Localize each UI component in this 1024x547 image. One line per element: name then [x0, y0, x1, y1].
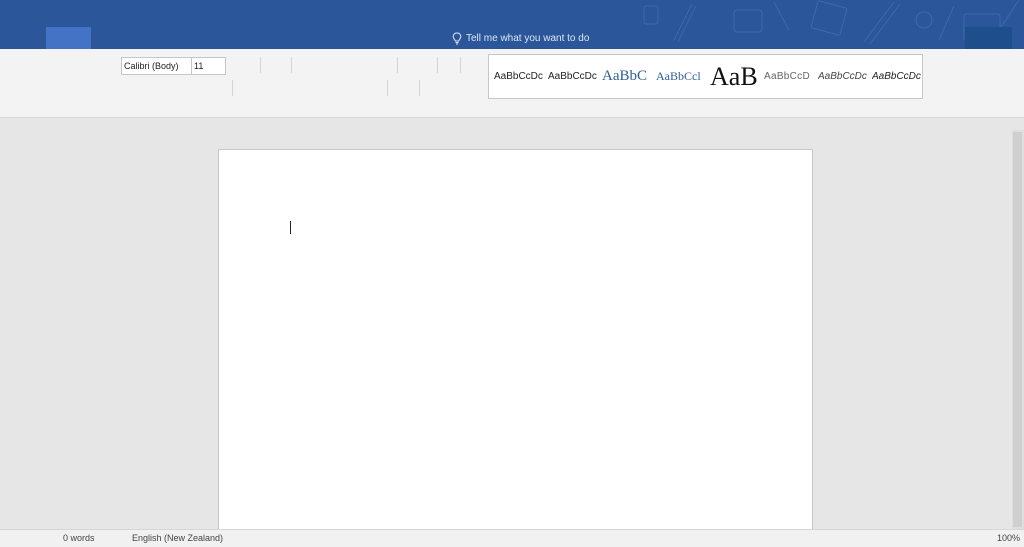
ribbon-separator	[397, 57, 398, 73]
word-count[interactable]: 0 words	[63, 533, 95, 543]
style-preview: AaBbC	[602, 68, 647, 84]
style-normal[interactable]: AaBbCcDc	[494, 55, 544, 98]
language-indicator[interactable]: English (New Zealand)	[132, 533, 223, 543]
style-heading-1[interactable]: AaBbC	[602, 55, 652, 98]
ribbon-separator	[460, 57, 461, 73]
font-size-box[interactable]: 11	[191, 57, 226, 75]
style-emphasis[interactable]: AaBbCcDc	[872, 55, 922, 98]
text-cursor	[290, 221, 291, 234]
ribbon-separator	[291, 57, 292, 73]
style-preview: AaB	[710, 61, 758, 91]
ribbon-separator	[260, 57, 261, 73]
doodle-pattern-decoration	[643, 0, 1020, 45]
style-no-spacing[interactable]: AaBbCcDc	[548, 55, 598, 98]
file-tab[interactable]	[46, 27, 91, 49]
style-preview: AaBbCcDc	[494, 71, 543, 82]
style-preview: AaBbCcl	[656, 69, 701, 83]
style-preview: AaBbCcDc	[818, 71, 867, 82]
style-preview: AaBbCcDc	[548, 71, 597, 82]
status-bar: 0 words English (New Zealand) 100%	[0, 529, 1024, 547]
style-preview: AaBbCcD	[764, 71, 811, 82]
font-name-box[interactable]: Calibri (Body)	[121, 57, 194, 75]
style-subtle-emphasis[interactable]: AaBbCcDc	[818, 55, 868, 98]
vertical-scrollbar[interactable]	[1012, 130, 1024, 529]
ribbon-separator	[419, 80, 420, 96]
document-page[interactable]	[218, 149, 813, 530]
ribbon-separator	[387, 80, 388, 96]
style-title[interactable]: AaB	[710, 55, 760, 98]
title-bar: Tell me what you want to do	[0, 0, 1024, 49]
scrollbar-thumb[interactable]	[1013, 132, 1022, 527]
zoom-level[interactable]: 100%	[997, 533, 1020, 543]
style-preview: AaBbCcDc	[872, 71, 921, 82]
share-button[interactable]	[965, 27, 1012, 49]
lightbulb-icon	[452, 32, 462, 44]
ribbon: Calibri (Body) 11 AaBbCcDc AaBbCcDc AaBb…	[0, 49, 1024, 118]
style-subtitle[interactable]: AaBbCcD	[764, 55, 814, 98]
ribbon-separator	[437, 57, 438, 73]
ribbon-separator	[232, 80, 233, 96]
styles-gallery: AaBbCcDc AaBbCcDc AaBbC AaBbCcl AaB AaBb…	[488, 54, 923, 99]
document-canvas	[0, 118, 1024, 530]
tell-me-search[interactable]: Tell me what you want to do	[452, 30, 589, 46]
tell-me-label: Tell me what you want to do	[466, 32, 590, 44]
style-heading-2[interactable]: AaBbCcl	[656, 55, 706, 98]
